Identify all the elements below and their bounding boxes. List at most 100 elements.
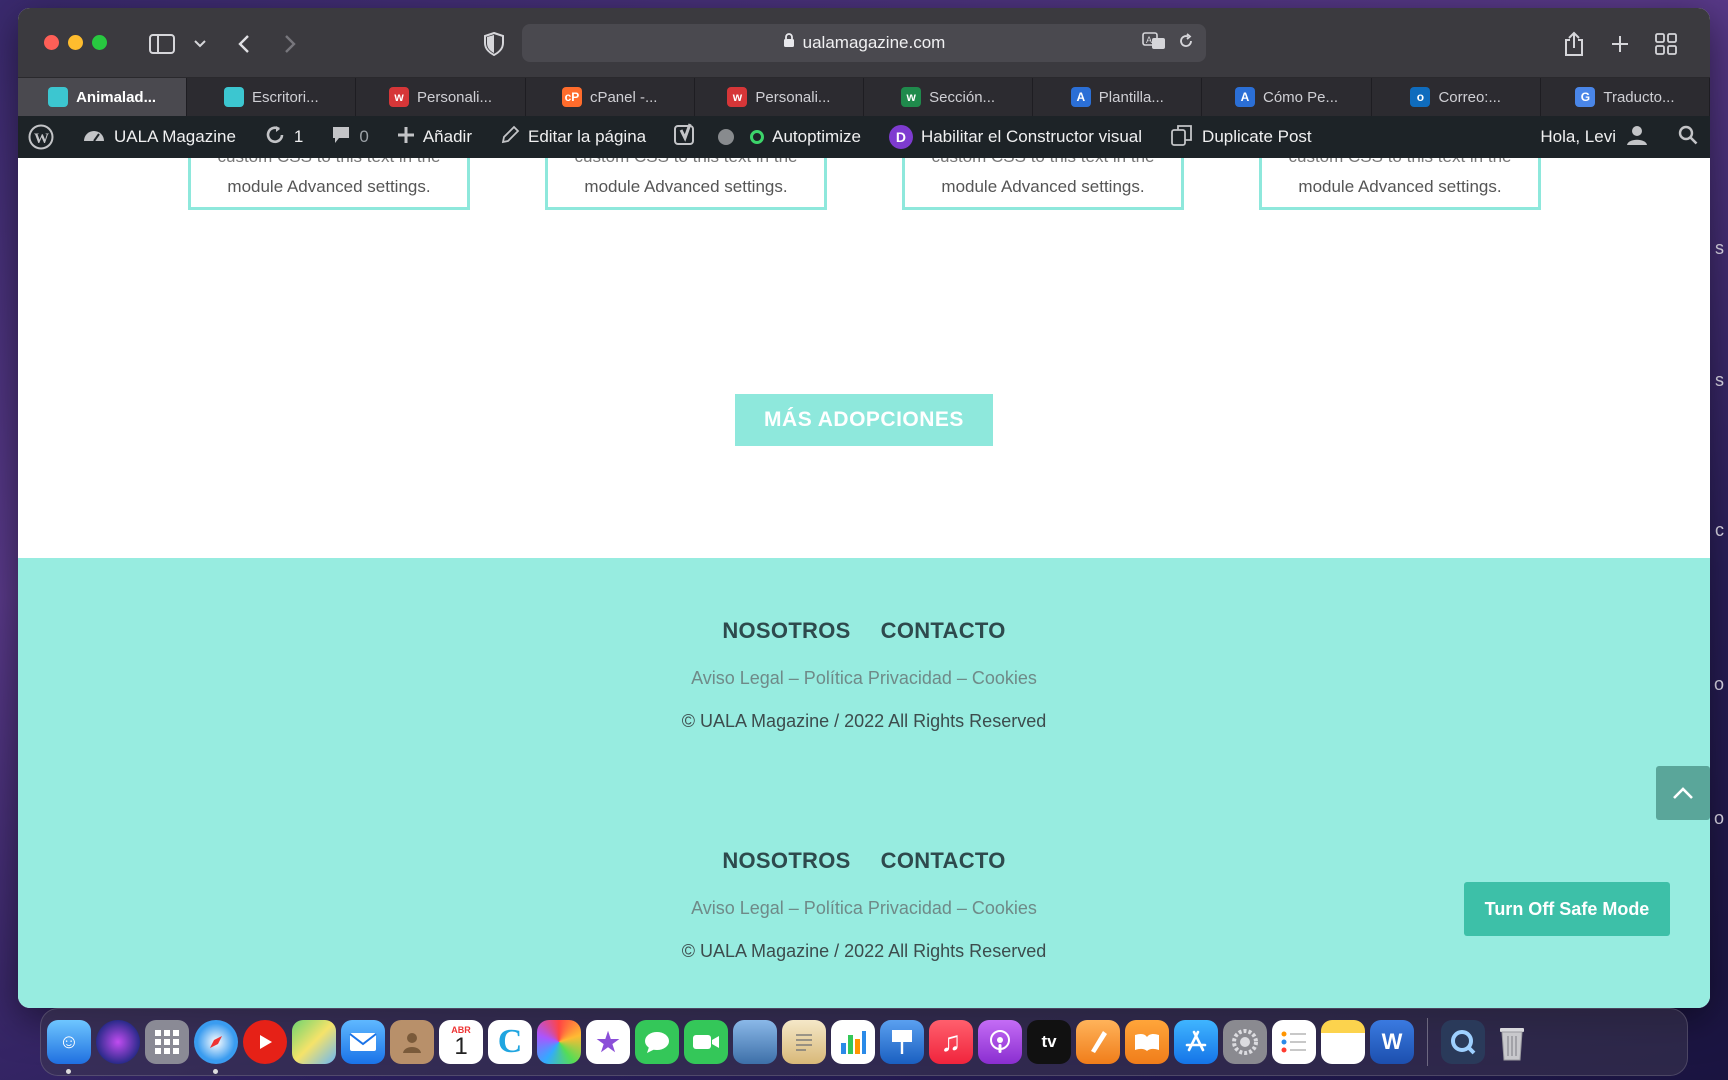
contacts-icon[interactable] <box>390 1020 434 1064</box>
updates-link[interactable]: 1 <box>264 124 303 151</box>
quicktime-icon[interactable] <box>1441 1020 1485 1064</box>
canva-icon[interactable]: C <box>488 1020 532 1064</box>
status-circle-icon <box>750 130 765 144</box>
launchpad-icon[interactable] <box>145 1020 189 1064</box>
translate-icon[interactable]: A <box>1142 32 1166 55</box>
pencil-icon <box>500 125 520 150</box>
siri-icon[interactable] <box>96 1020 140 1064</box>
notes-icon[interactable] <box>1321 1020 1365 1064</box>
footer-link-contacto[interactable]: CONTACTO <box>881 618 1006 644</box>
tab-label: Correo:... <box>1438 88 1501 106</box>
preview-icon[interactable] <box>733 1020 777 1064</box>
microsoft-word-icon[interactable]: W <box>1370 1020 1414 1064</box>
tab-overview-icon[interactable] <box>1652 30 1680 58</box>
tab-favicon-icon: cP <box>561 87 582 107</box>
wp-admin-bar: W UALA Magazine 1 0 Añadir Editar la pág… <box>18 116 1710 158</box>
account-menu[interactable]: Hola, Levi <box>1540 124 1648 151</box>
trash-icon[interactable] <box>1490 1020 1534 1064</box>
browser-tab[interactable]: o Correo:... <box>1372 78 1541 116</box>
youtube-icon[interactable] <box>243 1020 287 1064</box>
card-text-line: module Advanced settings. <box>584 177 788 196</box>
safari-icon[interactable] <box>194 1020 238 1074</box>
adoption-card: custom CSS to this text in the module Ad… <box>902 158 1184 210</box>
plus-icon <box>397 126 415 149</box>
privacy-shield-icon[interactable] <box>480 30 508 58</box>
sidebar-icon[interactable] <box>148 30 176 58</box>
seo-status-dot-icon <box>718 129 735 145</box>
duplicate-post-link[interactable]: Duplicate Post <box>1170 123 1312 152</box>
textedit-icon[interactable] <box>782 1020 826 1064</box>
browser-tab[interactable]: w Personali... <box>695 78 865 116</box>
wordpress-logo-icon[interactable]: W <box>28 124 54 150</box>
apple-tv-icon[interactable]: tv <box>1027 1020 1071 1064</box>
zoom-window-button[interactable] <box>92 35 107 50</box>
address-bar[interactable]: ualamagazine.com A <box>522 24 1206 62</box>
reminders-icon[interactable] <box>1272 1020 1316 1064</box>
back-icon[interactable] <box>230 30 258 58</box>
close-window-button[interactable] <box>44 35 59 50</box>
add-new-link[interactable]: Añadir <box>397 126 472 149</box>
adoption-card: custom CSS to this text in the module Ad… <box>188 158 470 210</box>
maps-icon[interactable] <box>292 1020 336 1064</box>
keynote-icon[interactable] <box>880 1020 924 1064</box>
site-name-link[interactable]: UALA Magazine <box>82 125 236 150</box>
system-preferences-icon[interactable] <box>1223 1020 1267 1064</box>
tab-label: Cómo Pe... <box>1263 88 1339 106</box>
new-tab-icon[interactable] <box>1606 30 1634 58</box>
reload-icon[interactable] <box>1178 33 1194 54</box>
scroll-to-top-button[interactable] <box>1656 766 1710 820</box>
browser-tab[interactable]: G Traducto... <box>1541 78 1710 116</box>
legal-links[interactable]: Aviso Legal – Política Privacidad – Cook… <box>18 898 1710 919</box>
music-icon[interactable]: ♫ <box>929 1020 973 1064</box>
photos-icon[interactable] <box>537 1020 581 1064</box>
facetime-icon[interactable] <box>684 1020 728 1064</box>
mail-icon[interactable] <box>341 1020 385 1064</box>
tab-favicon-icon: o <box>1410 87 1431 107</box>
browser-tab[interactable]: w Sección... <box>864 78 1034 116</box>
visual-builder-link[interactable]: D Habilitar el Constructor visual <box>888 125 1143 149</box>
chevron-down-icon[interactable] <box>186 30 214 58</box>
card-text-line: custom CSS to this text in the <box>905 158 1181 172</box>
card-text-line: module Advanced settings. <box>1298 177 1502 196</box>
messages-icon[interactable] <box>635 1020 679 1064</box>
browser-window: ualamagazine.com A Animalad... Escritori.… <box>18 8 1710 1008</box>
turn-off-safe-mode-button[interactable]: Turn Off Safe Mode <box>1464 882 1670 936</box>
tab-label: Personali... <box>755 88 831 106</box>
visual-builder-label: Habilitar el Constructor visual <box>920 127 1143 146</box>
browser-tab[interactable]: Escritori... <box>187 78 357 116</box>
content-area: custom CSS to this text in the module Ad… <box>18 158 1710 558</box>
edit-page-link[interactable]: Editar la página <box>500 125 646 150</box>
autoptimize-link[interactable]: Autoptimize <box>750 127 861 147</box>
numbers-icon[interactable] <box>831 1020 875 1064</box>
podcasts-icon[interactable] <box>978 1020 1022 1064</box>
comments-link[interactable]: 0 <box>331 125 369 150</box>
footer-link-contacto[interactable]: CONTACTO <box>881 848 1006 874</box>
pages-icon[interactable] <box>1076 1020 1120 1064</box>
footer-link-nosotros[interactable]: NOSOTROS <box>722 618 850 644</box>
calendar-icon[interactable]: ABR 1 <box>439 1020 483 1064</box>
books-icon[interactable] <box>1125 1020 1169 1064</box>
browser-tab[interactable]: A Plantilla... <box>1033 78 1203 116</box>
browser-tab[interactable]: A Cómo Pe... <box>1202 78 1372 116</box>
app-store-icon[interactable] <box>1174 1020 1218 1064</box>
window-controls <box>44 35 107 50</box>
share-icon[interactable] <box>1560 30 1588 58</box>
minimize-window-button[interactable] <box>68 35 83 50</box>
refresh-icon <box>264 124 286 151</box>
tv-label: tv <box>1041 1032 1057 1051</box>
search-icon[interactable] <box>1678 125 1698 150</box>
site-footer: NOSOTROS CONTACTO Aviso Legal – Política… <box>18 558 1710 1008</box>
greeting-label: Hola, Levi <box>1540 127 1616 146</box>
finder-icon[interactable]: ☺ <box>47 1020 91 1074</box>
imovie-icon[interactable]: ★ <box>586 1020 630 1064</box>
browser-tab[interactable]: Animalad... <box>18 78 188 116</box>
tab-label: Personali... <box>416 88 493 106</box>
forward-icon[interactable] <box>276 30 304 58</box>
legal-links[interactable]: Aviso Legal – Política Privacidad – Cook… <box>18 668 1710 689</box>
yoast-menu[interactable] <box>674 122 735 152</box>
more-adoptions-button[interactable]: MÁS ADOPCIONES <box>735 394 993 446</box>
dashboard-gauge-icon <box>82 125 106 150</box>
footer-link-nosotros[interactable]: NOSOTROS <box>722 848 850 874</box>
browser-tab[interactable]: cP cPanel -... <box>526 78 695 116</box>
browser-tab[interactable]: w Personali... <box>356 78 526 116</box>
